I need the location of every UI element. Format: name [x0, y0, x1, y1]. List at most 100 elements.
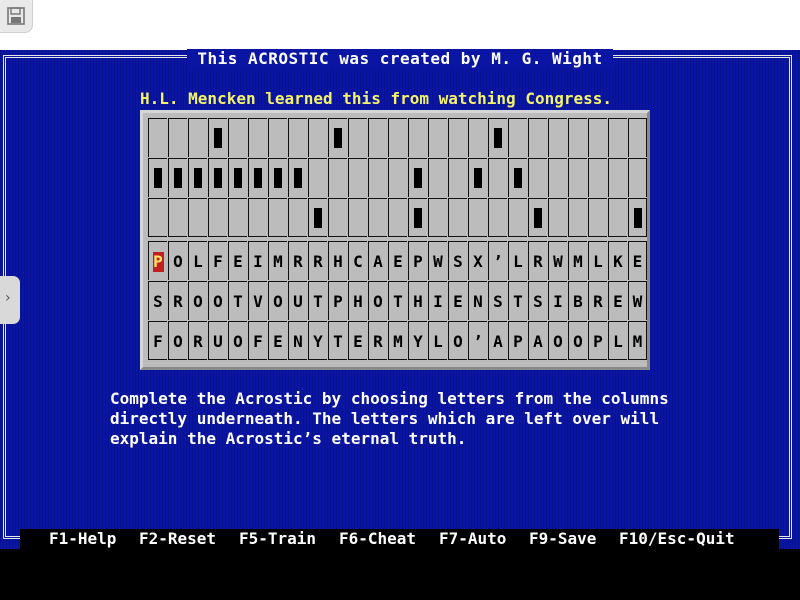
letter-tile[interactable]: F	[208, 241, 227, 280]
letter-tile[interactable]: T	[388, 281, 407, 320]
letter-tile[interactable]: H	[348, 281, 367, 320]
answer-cell[interactable]	[588, 198, 607, 237]
letter-tile[interactable]: W	[548, 241, 567, 280]
letter-tile[interactable]: P	[508, 321, 527, 360]
answer-cell[interactable]	[608, 118, 627, 157]
answer-cell[interactable]	[248, 118, 267, 157]
answer-cell[interactable]	[268, 118, 287, 157]
letter-tile[interactable]: K	[608, 241, 627, 280]
answer-cell[interactable]	[608, 198, 627, 237]
letter-tile[interactable]: N	[288, 321, 307, 360]
answer-cell[interactable]	[288, 118, 307, 157]
letter-tile[interactable]: R	[368, 321, 387, 360]
letter-tile[interactable]: N	[468, 281, 487, 320]
save-key[interactable]: F9-Save	[529, 529, 596, 549]
answer-cell[interactable]	[488, 198, 507, 237]
letter-tile[interactable]: I	[428, 281, 447, 320]
letter-tile[interactable]: E	[628, 241, 647, 280]
letter-tile[interactable]: O	[268, 281, 287, 320]
answer-cell[interactable]	[168, 118, 187, 157]
letter-tile[interactable]: O	[188, 281, 207, 320]
letter-tile[interactable]: L	[428, 321, 447, 360]
answer-cell[interactable]	[568, 118, 587, 157]
letter-tile[interactable]: I	[248, 241, 267, 280]
answer-cell[interactable]	[328, 198, 347, 237]
letter-tile[interactable]: W	[428, 241, 447, 280]
letter-tile[interactable]: P	[408, 241, 427, 280]
answer-cell[interactable]	[508, 198, 527, 237]
answer-cell[interactable]	[168, 198, 187, 237]
letter-tile[interactable]: L	[508, 241, 527, 280]
letter-tile[interactable]: O	[368, 281, 387, 320]
help-key[interactable]: F1-Help	[49, 529, 116, 549]
answer-cell[interactable]	[508, 118, 527, 157]
answer-cell[interactable]	[548, 118, 567, 157]
letter-tile[interactable]: L	[588, 241, 607, 280]
letter-tile[interactable]: L	[188, 241, 207, 280]
letter-tile[interactable]: Y	[408, 321, 427, 360]
answer-cell[interactable]	[228, 118, 247, 157]
answer-cell[interactable]	[528, 158, 547, 197]
answer-cell[interactable]	[428, 118, 447, 157]
answer-cell[interactable]	[328, 158, 347, 197]
answer-cell[interactable]	[148, 198, 167, 237]
letter-tile[interactable]: P	[588, 321, 607, 360]
letter-tile[interactable]: U	[208, 321, 227, 360]
answer-cell[interactable]	[588, 158, 607, 197]
answer-cell[interactable]	[208, 198, 227, 237]
letter-tile[interactable]: E	[268, 321, 287, 360]
answer-cell[interactable]	[348, 198, 367, 237]
answer-cell[interactable]	[368, 198, 387, 237]
letter-tile[interactable]: E	[608, 281, 627, 320]
letter-tile[interactable]: O	[568, 321, 587, 360]
answer-cell[interactable]	[248, 198, 267, 237]
answer-cell[interactable]	[628, 118, 647, 157]
letter-tile[interactable]: R	[288, 241, 307, 280]
letter-tile[interactable]: S	[448, 241, 467, 280]
answer-cell[interactable]	[188, 198, 207, 237]
letter-tile[interactable]: T	[508, 281, 527, 320]
answer-cell[interactable]	[568, 158, 587, 197]
letter-tile[interactable]: M	[628, 321, 647, 360]
answer-cell[interactable]	[628, 158, 647, 197]
answer-cell[interactable]	[368, 158, 387, 197]
letter-tile[interactable]: W	[628, 281, 647, 320]
answer-cell[interactable]	[428, 158, 447, 197]
answer-cell[interactable]	[308, 118, 327, 157]
letter-tile[interactable]: O	[228, 321, 247, 360]
letter-tile[interactable]: H	[328, 241, 347, 280]
answer-cell[interactable]	[228, 198, 247, 237]
letter-tile[interactable]: F	[148, 321, 167, 360]
answer-cell[interactable]	[388, 118, 407, 157]
letter-tile[interactable]: S	[148, 281, 167, 320]
letter-tile[interactable]: R	[168, 281, 187, 320]
letter-tile[interactable]: M	[388, 321, 407, 360]
selected-letter-tile[interactable]: P	[148, 241, 167, 280]
answer-cell[interactable]	[488, 158, 507, 197]
letter-tile[interactable]: R	[308, 241, 327, 280]
letter-tile[interactable]: O	[548, 321, 567, 360]
letter-tile[interactable]: O	[168, 241, 187, 280]
letter-tile[interactable]: E	[388, 241, 407, 280]
answer-cell[interactable]	[348, 158, 367, 197]
letter-tile[interactable]: C	[348, 241, 367, 280]
answer-cell[interactable]	[548, 198, 567, 237]
letter-tile[interactable]: O	[168, 321, 187, 360]
answer-cell[interactable]	[408, 118, 427, 157]
answer-cell[interactable]	[468, 198, 487, 237]
letter-tile[interactable]: T	[228, 281, 247, 320]
answer-cell[interactable]	[288, 198, 307, 237]
auto-key[interactable]: F7-Auto	[439, 529, 506, 549]
letter-tile[interactable]: V	[248, 281, 267, 320]
letter-tile[interactable]: Y	[308, 321, 327, 360]
letter-tile[interactable]: R	[588, 281, 607, 320]
answer-cell[interactable]	[368, 118, 387, 157]
letter-tile[interactable]: A	[528, 321, 547, 360]
answer-cell[interactable]	[448, 118, 467, 157]
answer-cell[interactable]	[468, 118, 487, 157]
answer-cell[interactable]	[348, 118, 367, 157]
letter-tile[interactable]: R	[188, 321, 207, 360]
letter-tile[interactable]: M	[268, 241, 287, 280]
answer-cell[interactable]	[548, 158, 567, 197]
reset-key[interactable]: F2-Reset	[139, 529, 216, 549]
